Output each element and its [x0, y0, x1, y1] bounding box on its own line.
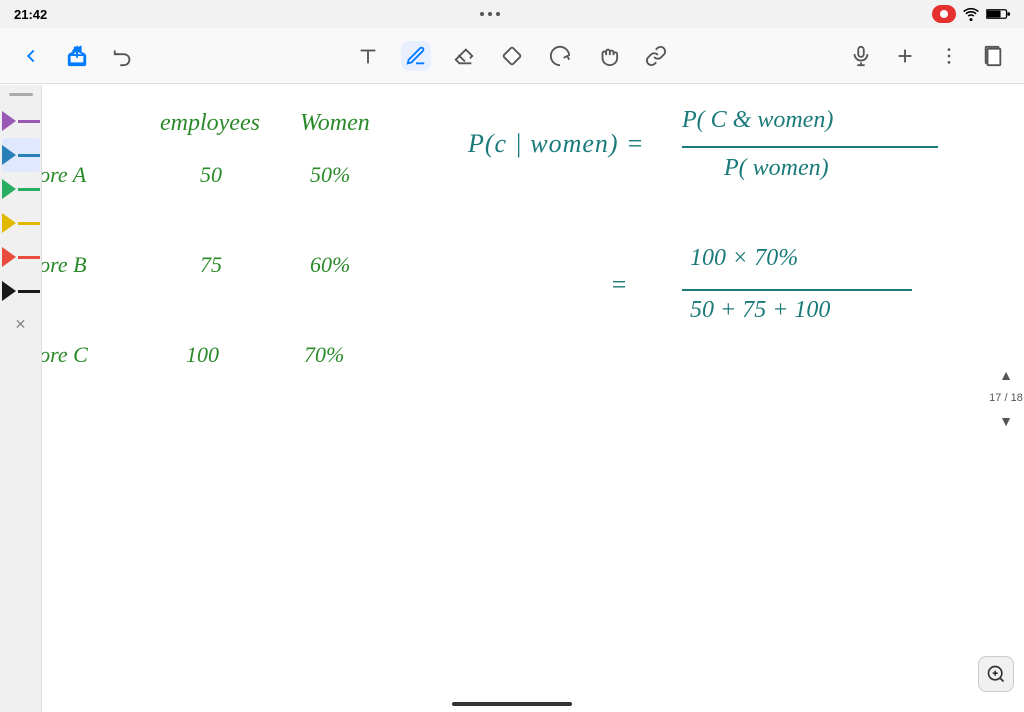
toolbar-right — [760, 41, 1008, 71]
row-store-c-women: 70% — [304, 342, 344, 368]
formula-denominator: P( women) — [724, 154, 829, 183]
add-button[interactable] — [890, 41, 920, 71]
formula-denom-value: 50 + 75 + 100 — [690, 296, 830, 325]
status-icons — [932, 5, 1010, 23]
color-swatch-black[interactable] — [2, 274, 40, 308]
pages-button[interactable] — [978, 41, 1008, 71]
status-center — [480, 12, 500, 16]
color-swatch-purple[interactable] — [2, 104, 40, 138]
col-header-employees: employees — [160, 109, 260, 138]
page-separator: / — [1004, 392, 1007, 404]
page-total: 18 — [1011, 392, 1023, 404]
battery-icon — [986, 7, 1010, 21]
color-swatch-blue[interactable] — [2, 138, 40, 172]
formula-left: P(c | women) = — [468, 128, 645, 159]
color-swatch-red[interactable] — [2, 240, 40, 274]
palette-handle[interactable] — [9, 93, 33, 96]
text-tool-button[interactable] — [353, 41, 383, 71]
row-store-b-women: 60% — [310, 252, 350, 278]
col-header-women: Women — [300, 109, 370, 138]
share-button[interactable] — [62, 41, 92, 71]
link-button[interactable] — [641, 41, 671, 71]
microphone-button[interactable] — [846, 41, 876, 71]
page-next-button[interactable]: ▼ — [995, 409, 1017, 433]
dot1 — [480, 12, 484, 16]
hand-tool-button[interactable] — [593, 41, 623, 71]
status-time: 21:42 — [14, 7, 47, 22]
color-palette: ✕ — [0, 85, 42, 712]
page-info: 17 / 18 — [989, 391, 1023, 405]
fraction-line-bottom — [682, 289, 912, 291]
eraser-outline-button[interactable] — [449, 41, 479, 71]
row-store-a-employees: 50 — [200, 162, 222, 188]
dot3 — [496, 12, 500, 16]
palette-close-button[interactable]: ✕ — [9, 312, 33, 336]
row-store-a-women: 50% — [310, 162, 350, 188]
undo-button[interactable] — [108, 41, 138, 71]
more-button[interactable] — [934, 41, 964, 71]
page-prev-button[interactable]: ▲ — [995, 363, 1017, 387]
eraser-fill-button[interactable] — [497, 41, 527, 71]
home-indicator — [452, 702, 572, 706]
fraction-line-top — [682, 146, 938, 148]
right-nav: ▲ 17 / 18 ▼ — [988, 84, 1024, 712]
color-swatch-yellow[interactable] — [2, 206, 40, 240]
toolbar — [0, 28, 1024, 84]
record-indicator — [932, 5, 956, 23]
toolbar-left — [16, 41, 264, 71]
row-store-c-employees: 100 — [186, 342, 219, 368]
color-swatch-green[interactable] — [2, 172, 40, 206]
row-store-b-employees: 75 — [200, 252, 222, 278]
lasso-button[interactable] — [545, 41, 575, 71]
wifi-icon — [962, 7, 980, 21]
toolbar-center — [264, 41, 760, 71]
formula-num-value: 100 × 70% — [690, 244, 798, 273]
status-bar: 21:42 — [0, 0, 1024, 28]
formula-equals2: = — [610, 269, 628, 300]
formula-numerator: P( C & women) — [682, 106, 833, 135]
back-button[interactable] — [16, 41, 46, 71]
page-current: 17 — [989, 392, 1001, 404]
dot2 — [488, 12, 492, 16]
pen-tool-button[interactable] — [401, 41, 431, 71]
canvas-area: employees Women Store A 50 50% Store B 7… — [0, 84, 1024, 712]
